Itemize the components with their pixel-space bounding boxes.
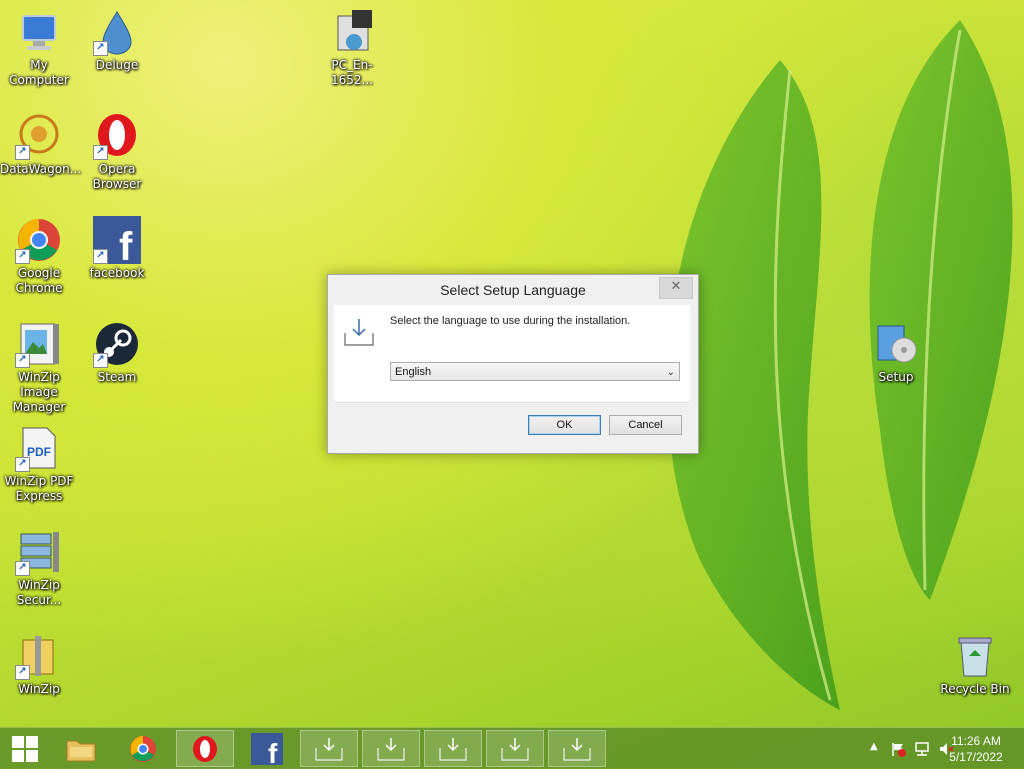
dialog-body: Select the language to use during the in…	[334, 305, 690, 403]
desktop-icon-label: WinZip PDF Express	[4, 474, 74, 503]
start-button[interactable]	[0, 730, 50, 767]
setup-language-dialog: Select Setup Language ✕ Select the langu…	[327, 274, 699, 454]
desktop-icon-winzip-image-manager[interactable]: ↗ WinZip Image Manager	[0, 320, 78, 415]
opera-icon	[193, 735, 217, 762]
steam-icon: ↗	[93, 320, 141, 368]
install-download-icon	[439, 737, 467, 761]
desktop-icon-label: WinZip	[18, 682, 60, 696]
ok-button[interactable]: OK	[528, 415, 601, 435]
shortcut-arrow-icon: ↗	[15, 353, 30, 368]
desktop-icon-steam[interactable]: ↗ Steam	[78, 320, 156, 385]
shortcut-arrow-icon: ↗	[15, 457, 30, 472]
desktop-icon-label: facebook	[89, 266, 145, 280]
recycle-bin-icon	[951, 632, 999, 680]
desktop-icon-setup[interactable]: Setup	[857, 320, 935, 385]
svg-text:f: f	[268, 738, 278, 765]
desktop-icon-pc-installer[interactable]: PC_En-1652...	[313, 8, 391, 88]
deluge-icon: ↗	[93, 8, 141, 56]
cancel-button[interactable]: Cancel	[609, 415, 682, 435]
desktop-icon-deluge[interactable]: ↗ Deluge	[78, 8, 156, 73]
install-download-icon	[377, 737, 405, 761]
clock-date[interactable]: 5/17/2022	[946, 750, 1006, 764]
taskbar-chrome[interactable]	[114, 730, 172, 767]
shortcut-arrow-icon: ↗	[93, 353, 108, 368]
system-tray: ▲ 11:26 AM 5/17/2022	[844, 728, 1024, 769]
desktop-icon-winzip-secure[interactable]: ↗ WinZip Secur...	[0, 528, 78, 608]
svg-text:PDF: PDF	[27, 445, 51, 459]
shortcut-arrow-icon: ↗	[15, 249, 30, 264]
desktop-icon-facebook[interactable]: f ↗ facebook	[78, 216, 156, 281]
desktop-icon-recycle-bin[interactable]: Recycle Bin	[936, 632, 1014, 697]
shortcut-arrow-icon: ↗	[15, 145, 30, 160]
desktop-icon-label: WinZip Image Manager	[12, 370, 66, 414]
winzip-secure-icon: ↗	[15, 528, 63, 576]
taskbar-setup-window-3[interactable]	[424, 730, 482, 767]
taskbar-setup-window-4[interactable]	[486, 730, 544, 767]
install-download-icon	[563, 737, 591, 761]
desktop-icon-my-computer[interactable]: My Computer	[0, 8, 78, 88]
chevron-down-icon: ⌄	[666, 367, 675, 378]
computer-icon	[15, 8, 63, 56]
desktop-icon-google-chrome[interactable]: ↗ Google Chrome	[0, 216, 78, 296]
setup-icon	[872, 320, 920, 368]
winzip-image-icon: ↗	[15, 320, 63, 368]
opera-icon: ↗	[93, 112, 141, 160]
desktop-icon-winzip[interactable]: ↗ WinZip	[0, 632, 78, 697]
desktop-icon-label: Deluge	[95, 58, 139, 72]
desktop-icon-winzip-pdf-express[interactable]: PDF ↗ WinZip PDF Express	[0, 424, 78, 504]
svg-text:f: f	[119, 225, 133, 264]
taskbar-facebook[interactable]: f	[238, 730, 296, 767]
desktop-icon-datawagon[interactable]: ↗ DataWagon...	[0, 112, 82, 177]
desktop-icon-label: Steam	[97, 370, 137, 384]
taskbar-file-explorer[interactable]	[52, 730, 110, 767]
pdf-icon: PDF ↗	[15, 424, 63, 472]
desktop-icon-opera[interactable]: ↗ Opera Browser	[78, 112, 156, 192]
desktop-icon-label: Recycle Bin	[940, 682, 1010, 696]
show-hidden-icons-icon[interactable]: ▲	[870, 741, 878, 752]
desktop-icon-label: Google Chrome	[15, 266, 63, 295]
network-icon[interactable]	[914, 741, 930, 757]
desktop-icon-label: Opera Browser	[92, 162, 142, 191]
desktop-icon-label: DataWagon...	[0, 162, 82, 176]
language-select[interactable]: English ⌄	[390, 362, 680, 381]
install-download-icon	[344, 319, 374, 346]
action-center-flag-icon[interactable]	[890, 741, 906, 757]
shortcut-arrow-icon: ↗	[93, 145, 108, 160]
taskbar-setup-window-1[interactable]	[300, 730, 358, 767]
chrome-icon	[130, 735, 156, 762]
shortcut-arrow-icon: ↗	[93, 41, 108, 56]
close-icon: ✕	[670, 279, 682, 294]
taskbar-opera[interactable]	[176, 730, 234, 767]
chrome-icon: ↗	[15, 216, 63, 264]
clock-time[interactable]: 11:26 AM	[946, 734, 1006, 748]
datawagon-icon: ↗	[15, 112, 63, 160]
install-download-icon	[315, 737, 343, 761]
shortcut-arrow-icon: ↗	[15, 561, 30, 576]
desktop-icon-label: Setup	[878, 370, 914, 384]
facebook-icon: f ↗	[93, 216, 141, 269]
install-download-icon	[501, 737, 529, 761]
desktop-icon-label: WinZip Secur...	[16, 578, 62, 607]
dialog-message: Select the language to use during the in…	[390, 315, 631, 327]
language-select-value: English	[395, 366, 432, 378]
shortcut-arrow-icon: ↗	[93, 249, 108, 264]
shortcut-arrow-icon: ↗	[15, 665, 30, 680]
dialog-title: Select Setup Language	[440, 282, 586, 298]
desktop-icon-label: PC_En-1652...	[331, 58, 373, 87]
winzip-icon: ↗	[15, 632, 63, 680]
desktop-icon-label: My Computer	[9, 58, 69, 87]
folder-icon	[66, 740, 96, 761]
installer-icon	[328, 8, 376, 56]
close-button[interactable]: ✕	[659, 277, 693, 299]
taskbar-setup-window-5[interactable]	[548, 730, 606, 767]
windows-logo-icon	[12, 735, 38, 762]
taskbar: f ▲ 11:26 AM 5/17/2022	[0, 727, 1024, 769]
taskbar-setup-window-2[interactable]	[362, 730, 420, 767]
facebook-icon: f	[251, 732, 283, 765]
